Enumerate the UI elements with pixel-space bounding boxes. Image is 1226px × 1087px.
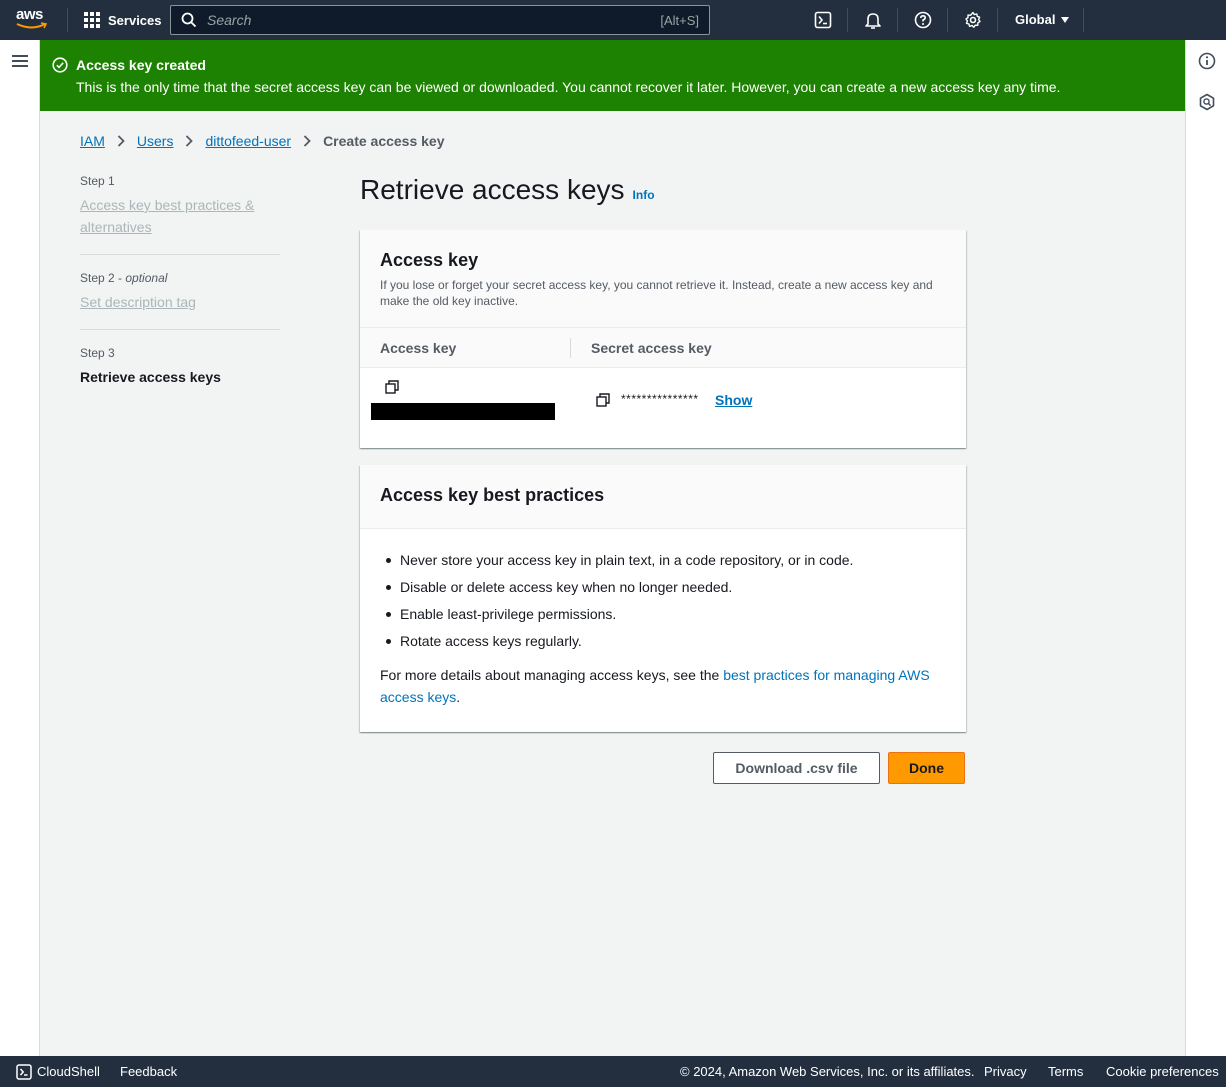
list-item: Never store your access key in plain tex… bbox=[380, 551, 946, 569]
best-practices-panel: Access key best practices Never store yo… bbox=[360, 465, 966, 732]
console-footer: CloudShell Feedback © 2024, Amazon Web S… bbox=[0, 1056, 1226, 1087]
region-selector[interactable]: Global bbox=[1015, 12, 1070, 27]
breadcrumb: IAM Users dittofeed-user Create access k… bbox=[80, 133, 445, 149]
left-navigation-rail bbox=[0, 40, 40, 1056]
search-shortcut: [Alt+S] bbox=[660, 12, 699, 28]
column-divider bbox=[570, 338, 571, 358]
footer-terms-link[interactable]: Terms bbox=[1048, 1064, 1083, 1079]
panel-title: Access key best practices bbox=[380, 485, 605, 505]
flash-title: Access key created bbox=[76, 57, 206, 73]
best-practices-body: Never store your access key in plain tex… bbox=[360, 529, 966, 708]
breadcrumb-user[interactable]: dittofeed-user bbox=[205, 133, 291, 149]
copy-icon[interactable] bbox=[596, 393, 610, 407]
chevron-right-icon bbox=[186, 135, 194, 147]
access-key-panel: Access key If you lose or forget your se… bbox=[360, 230, 966, 448]
done-button[interactable]: Done bbox=[888, 752, 965, 784]
top-navigation: aws Services Search [Alt+S] Global bbox=[0, 0, 1226, 40]
search-placeholder: Search bbox=[207, 12, 252, 28]
page-title: Retrieve access keys bbox=[360, 174, 625, 205]
main-content: Access key created This is the only time… bbox=[40, 40, 1185, 1056]
details-text: For more details about managing access k… bbox=[380, 667, 724, 683]
redacted-access-key bbox=[371, 403, 555, 420]
step-label: Step 1 bbox=[80, 174, 115, 188]
footer-copyright: © 2024, Amazon Web Services, Inc. or its… bbox=[680, 1064, 975, 1079]
settings-gear-icon[interactable] bbox=[963, 10, 983, 30]
breadcrumb-iam[interactable]: IAM bbox=[80, 133, 105, 149]
list-item: Disable or delete access key when no lon… bbox=[380, 578, 946, 596]
copy-icon[interactable] bbox=[385, 380, 399, 394]
step-optional-label: optional bbox=[125, 271, 168, 285]
footer-cloudshell-link[interactable]: CloudShell bbox=[37, 1064, 100, 1079]
info-icon[interactable] bbox=[1198, 52, 1216, 70]
footer-privacy-link[interactable]: Privacy bbox=[984, 1064, 1027, 1079]
breadcrumb-users[interactable]: Users bbox=[137, 133, 174, 149]
details-suffix: . bbox=[456, 689, 461, 705]
services-grid-icon bbox=[84, 12, 100, 28]
services-label: Services bbox=[108, 12, 162, 28]
caret-down-icon bbox=[1061, 16, 1070, 23]
step-3-current: Retrieve access keys bbox=[80, 369, 221, 385]
nav-divider bbox=[67, 8, 68, 32]
search-icon bbox=[181, 12, 197, 28]
wizard-step-1: Step 1 Access key best practices & alter… bbox=[80, 174, 280, 255]
details-paragraph: For more details about managing access k… bbox=[380, 664, 946, 708]
cloudshell-icon[interactable] bbox=[16, 1064, 32, 1080]
menu-icon[interactable] bbox=[12, 55, 28, 69]
chevron-right-icon bbox=[303, 135, 311, 147]
breadcrumb-current: Create access key bbox=[323, 133, 445, 149]
panel-description: If you lose or forget your secret access… bbox=[380, 278, 933, 308]
key-table-row: *************** Show bbox=[360, 368, 966, 448]
chevron-right-icon bbox=[117, 135, 125, 147]
notifications-bell-icon[interactable] bbox=[863, 10, 883, 30]
info-link[interactable]: Info bbox=[633, 188, 655, 202]
panel-title: Access key bbox=[380, 250, 479, 270]
security-hub-icon[interactable] bbox=[1198, 93, 1216, 111]
column-header-secret-key: Secret access key bbox=[591, 340, 712, 356]
footer-feedback-link[interactable]: Feedback bbox=[120, 1064, 177, 1079]
page-heading: Retrieve access keys Info bbox=[360, 174, 655, 206]
success-check-icon bbox=[52, 57, 68, 73]
flash-message: This is the only time that the secret ac… bbox=[76, 79, 1061, 95]
key-table-header: Access key Secret access key bbox=[360, 328, 966, 368]
panel-header: Access key If you lose or forget your se… bbox=[360, 230, 966, 328]
panel-header: Access key best practices bbox=[360, 465, 966, 529]
search-input[interactable]: Search [Alt+S] bbox=[170, 5, 710, 35]
step-1-link[interactable]: Access key best practices & alternatives bbox=[80, 194, 280, 238]
success-flash-banner: Access key created This is the only time… bbox=[40, 40, 1185, 111]
nav-divider bbox=[1083, 8, 1084, 32]
step-2-link[interactable]: Set description tag bbox=[80, 291, 280, 313]
right-utility-rail bbox=[1185, 40, 1226, 1056]
nav-divider bbox=[847, 8, 848, 32]
aws-logo-text: aws bbox=[16, 6, 43, 23]
list-item: Rotate access keys regularly. bbox=[380, 632, 946, 650]
nav-divider bbox=[997, 8, 998, 32]
secret-key-masked: *************** bbox=[621, 392, 699, 406]
aws-logo-icon[interactable]: aws bbox=[16, 7, 50, 33]
step-label: Step 3 bbox=[80, 346, 115, 360]
list-item: Enable least-privilege permissions. bbox=[380, 605, 946, 623]
region-label: Global bbox=[1015, 12, 1056, 27]
download-csv-button[interactable]: Download .csv file bbox=[713, 752, 880, 784]
wizard-steps: Step 1 Access key best practices & alter… bbox=[80, 174, 280, 420]
help-icon[interactable] bbox=[913, 10, 933, 30]
column-header-access-key: Access key bbox=[380, 340, 457, 356]
nav-divider bbox=[947, 8, 948, 32]
nav-divider bbox=[897, 8, 898, 32]
best-practices-list: Never store your access key in plain tex… bbox=[380, 551, 946, 650]
services-menu-button[interactable]: Services bbox=[84, 10, 162, 30]
wizard-step-3: Step 3 Retrieve access keys bbox=[80, 346, 280, 404]
step-label: Step 2 - optional bbox=[80, 271, 168, 285]
show-secret-link[interactable]: Show bbox=[715, 392, 752, 408]
footer-cookie-preferences-link[interactable]: Cookie preferences bbox=[1106, 1064, 1219, 1079]
cloudshell-icon[interactable] bbox=[813, 10, 833, 30]
wizard-step-2: Step 2 - optional Set description tag bbox=[80, 271, 280, 330]
